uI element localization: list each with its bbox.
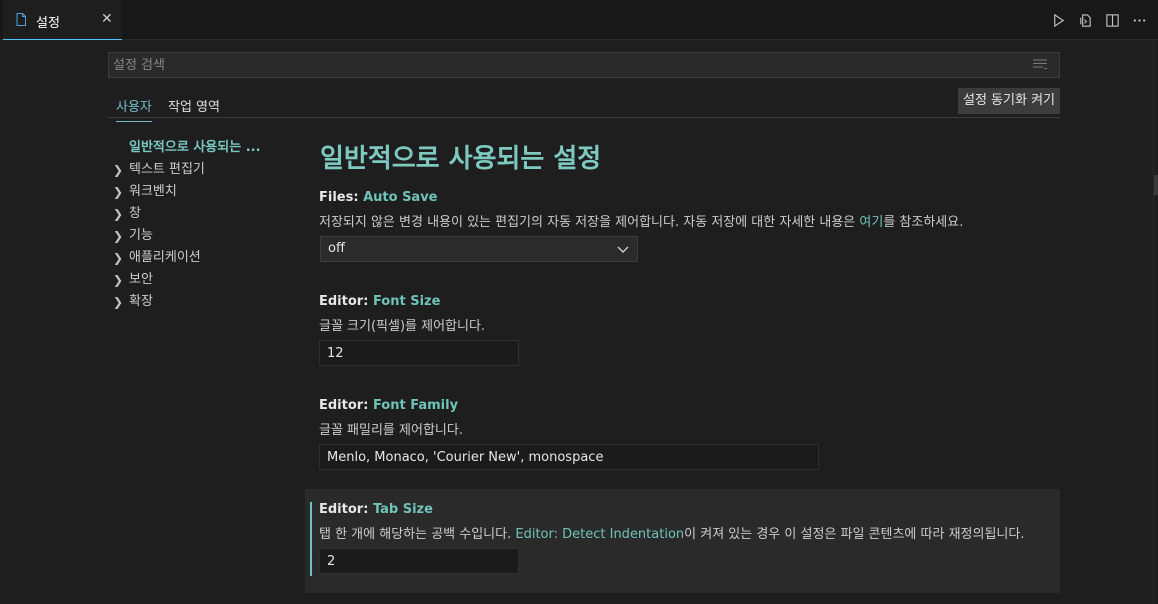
settings-sync-button[interactable]: 설정 동기화 켜기 <box>958 88 1060 114</box>
setting-key: Tab Size <box>372 502 433 517</box>
toc-item-extensions[interactable]: ❯ 확장 <box>113 291 273 313</box>
font-family-input[interactable] <box>319 444 819 470</box>
setting-key: Font Family <box>372 398 459 413</box>
toc-item-label: 창 <box>129 206 141 221</box>
editor-actions <box>1050 12 1148 29</box>
chevron-right-icon: ❯ <box>113 207 124 221</box>
desc-text: 이 켜져 있는 경우 이 설정은 파일 콘텐츠에 따라 재정의됩니다. <box>684 527 1025 542</box>
toc-item-text-editor[interactable]: ❯ 텍스트 편집기 <box>113 159 273 181</box>
toc-item-application[interactable]: ❯ 애플리케이션 <box>113 247 273 269</box>
scroll-thumb[interactable] <box>1154 175 1158 195</box>
split-editor-icon[interactable] <box>1104 12 1121 29</box>
toc-item-label: 일반적으로 사용되는 ... <box>129 140 261 155</box>
settings-search-box <box>108 52 1060 78</box>
setting-title: Editor: Font Size <box>319 294 440 309</box>
setting-category: Editor: <box>319 502 373 517</box>
toc-item-label: 워크벤치 <box>129 184 177 199</box>
setting-key: Font Size <box>372 294 441 309</box>
setting-category: Editor: <box>319 294 373 309</box>
settings-toc: 일반적으로 사용되는 ... ❯ 텍스트 편집기 ❯ 워크벤치 ❯ 창 ❯ 기능… <box>113 137 273 313</box>
setting-font-size: Editor: Font Size 글꼴 크기(픽셀)를 제어합니다. <box>305 294 1060 374</box>
toc-item-label: 텍스트 편집기 <box>129 162 205 177</box>
toc-item-features[interactable]: ❯ 기능 <box>113 225 273 247</box>
file-icon <box>16 13 26 26</box>
tab-title: 설정 <box>36 16 60 31</box>
detect-indentation-link[interactable]: Editor: Detect Indentation <box>515 527 684 542</box>
help-link[interactable]: 여기 <box>859 215 883 230</box>
setting-description: 글꼴 크기(픽셀)를 제어합니다. <box>319 319 486 334</box>
open-json-icon[interactable] <box>1077 12 1094 29</box>
setting-title: Editor: Tab Size <box>319 502 433 517</box>
toc-item-commonly-used[interactable]: 일반적으로 사용되는 ... <box>113 137 273 159</box>
toc-item-label: 애플리케이션 <box>129 250 201 265</box>
desc-text: 탭 한 개에 해당하는 공백 수입니다. <box>319 527 516 542</box>
toc-item-label: 보안 <box>129 272 153 287</box>
scrollbar[interactable] <box>1153 40 1158 604</box>
search-input[interactable] <box>113 56 1013 74</box>
toc-item-window[interactable]: ❯ 창 <box>113 203 273 225</box>
toc-item-label: 기능 <box>129 228 153 243</box>
setting-title: Editor: Font Family <box>319 398 458 413</box>
toc-item-security[interactable]: ❯ 보안 <box>113 269 273 291</box>
setting-font-family: Editor: Font Family 글꼴 패밀리를 제어합니다. <box>305 398 1060 478</box>
editor-tab-bar: 설정 ✕ <box>0 0 1158 40</box>
chevron-right-icon: ❯ <box>113 185 124 199</box>
setting-category: Editor: <box>319 398 373 413</box>
scope-tabs: 사용자 작업 영역 설정 동기화 켜기 <box>108 88 1060 122</box>
filter-icon[interactable] <box>1033 59 1047 71</box>
setting-key: Auto Save <box>363 190 438 205</box>
setting-description: 글꼴 패밀리를 제어합니다. <box>319 423 463 438</box>
setting-description: 저장되지 않은 변경 내용이 있는 편집기의 자동 저장을 제어합니다. 자동 … <box>319 211 963 230</box>
chevron-right-icon: ❯ <box>113 163 124 177</box>
desc-text: 를 참조하세요. <box>883 215 964 230</box>
select-value: off <box>328 241 345 256</box>
font-size-input[interactable] <box>319 340 519 366</box>
play-icon[interactable] <box>1050 12 1067 29</box>
more-icon[interactable] <box>1131 12 1148 29</box>
close-icon[interactable]: ✕ <box>101 11 113 27</box>
chevron-right-icon: ❯ <box>113 295 124 309</box>
tab-size-input[interactable] <box>319 548 519 574</box>
setting-auto-save: Files: Auto Save 저장되지 않은 변경 내용이 있는 편집기의 … <box>305 190 1060 270</box>
tab-workspace[interactable]: 작업 영역 <box>168 96 220 121</box>
setting-category: Files: <box>319 190 364 205</box>
setting-title: Files: Auto Save <box>319 190 438 205</box>
settings-tab[interactable]: 설정 ✕ <box>3 0 122 40</box>
section-title: 일반적으로 사용되는 설정 <box>320 144 602 174</box>
chevron-right-icon: ❯ <box>113 229 124 243</box>
focus-indicator <box>310 502 312 576</box>
desc-text: 저장되지 않은 변경 내용이 있는 편집기의 자동 저장을 제어합니다. 자동 … <box>319 215 860 230</box>
tab-user[interactable]: 사용자 <box>116 96 152 122</box>
setting-description: 탭 한 개에 해당하는 공백 수입니다. Editor: Detect Inde… <box>319 523 1024 542</box>
setting-tab-size: Editor: Tab Size 탭 한 개에 해당하는 공백 수입니다. Ed… <box>305 489 1060 593</box>
toc-item-workbench[interactable]: ❯ 워크벤치 <box>113 181 273 203</box>
chevron-right-icon: ❯ <box>113 251 124 265</box>
chevron-down-icon <box>617 246 629 253</box>
auto-save-select[interactable]: off <box>320 236 638 262</box>
toc-item-label: 확장 <box>129 294 153 309</box>
chevron-right-icon: ❯ <box>113 273 124 287</box>
